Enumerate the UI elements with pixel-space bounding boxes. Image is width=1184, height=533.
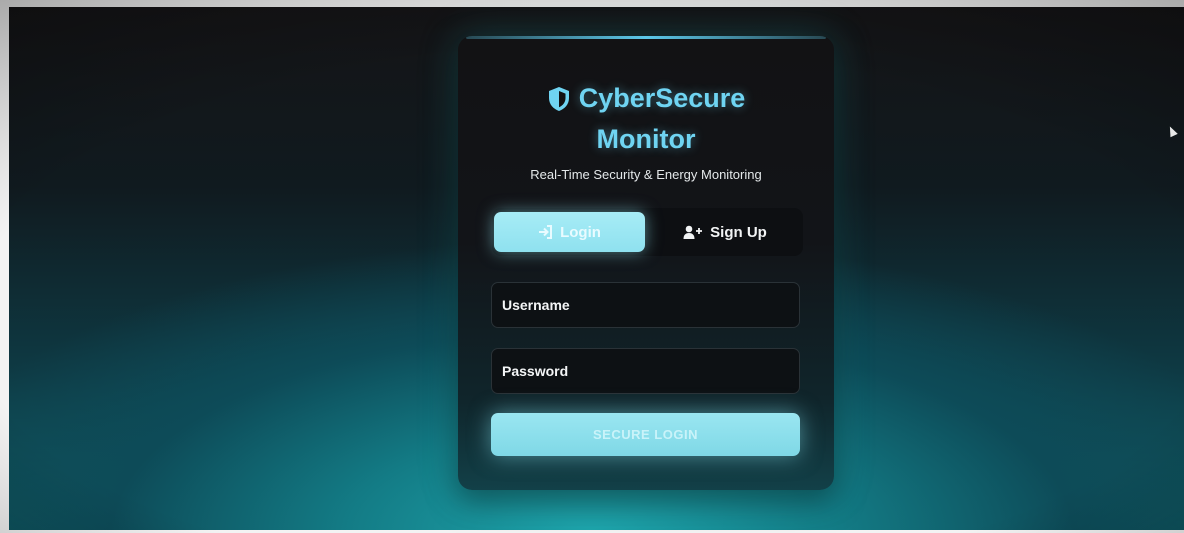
brand-title-line2: Monitor bbox=[596, 124, 696, 154]
brand-title-line1: CyberSecure bbox=[578, 83, 746, 113]
tab-login-label: Login bbox=[560, 223, 601, 241]
card-accent-line bbox=[466, 36, 826, 39]
tab-signup-label: Sign Up bbox=[710, 223, 767, 241]
mouse-cursor-icon bbox=[1166, 124, 1178, 138]
screen-bezel-top bbox=[0, 0, 1184, 7]
user-plus-icon bbox=[683, 225, 703, 239]
login-card: CyberSecure Monitor Real-Time Security &… bbox=[458, 36, 834, 490]
tab-login[interactable]: Login bbox=[494, 212, 645, 252]
username-field[interactable] bbox=[491, 282, 800, 328]
shield-icon bbox=[548, 86, 569, 111]
auth-tabs: Login Sign Up bbox=[492, 208, 803, 256]
screen-bezel-left bbox=[0, 0, 9, 533]
password-field[interactable] bbox=[491, 348, 800, 394]
brand-subtitle: Real-Time Security & Energy Monitoring bbox=[530, 167, 762, 182]
secure-login-button[interactable]: SECURE LOGIN bbox=[491, 413, 800, 456]
sign-in-icon bbox=[539, 225, 553, 239]
tab-signup[interactable]: Sign Up bbox=[649, 212, 801, 252]
brand-title: CyberSecure Monitor bbox=[458, 78, 834, 160]
